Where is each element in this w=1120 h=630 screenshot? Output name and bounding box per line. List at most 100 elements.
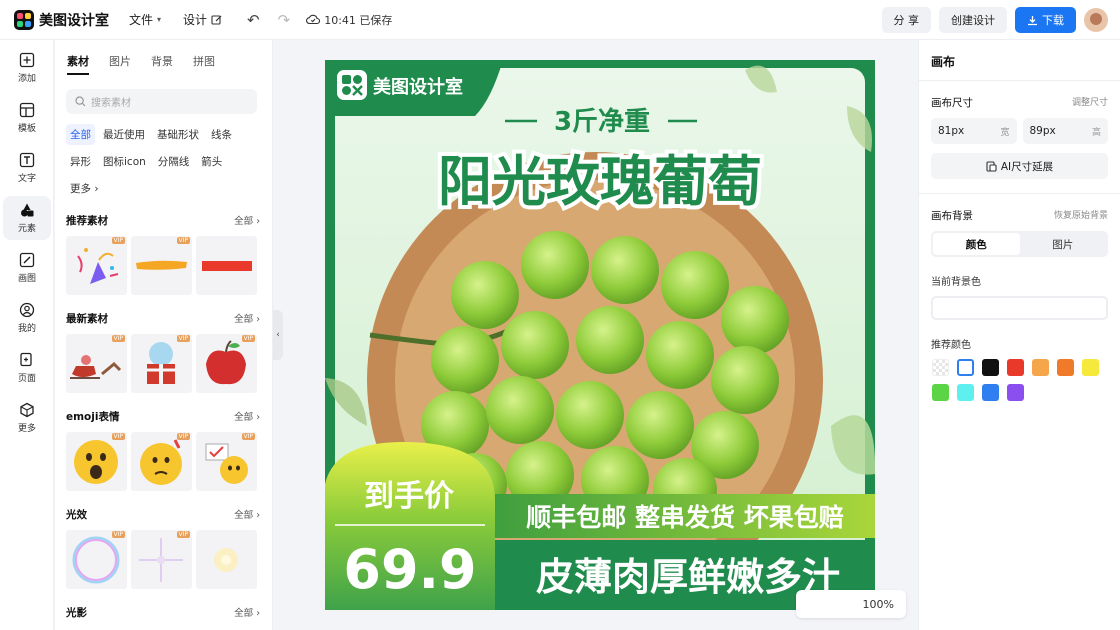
save-status: 10:41 已保存 xyxy=(306,12,392,28)
app-logo[interactable]: 美图设计室 xyxy=(14,9,109,30)
price-value: 69.9 xyxy=(343,538,476,601)
rail-item-more[interactable]: 更多 xyxy=(3,396,51,440)
section-light-shadow: 光影 全部 › xyxy=(66,605,260,620)
section-recommended: 推荐素材 全部 › xyxy=(66,213,260,228)
asset-glow[interactable] xyxy=(196,530,257,589)
tab-collage[interactable]: 拼图 xyxy=(193,53,215,75)
rail-item-template[interactable]: 模板 xyxy=(3,96,51,140)
rail-item-draw[interactable]: 画图 xyxy=(3,246,51,290)
chip-icons[interactable]: 图标icon xyxy=(99,151,150,172)
design-menu-label: 设计 xyxy=(183,13,208,27)
swatch-transparent[interactable] xyxy=(932,359,949,376)
chip-recent[interactable]: 最近使用 xyxy=(99,124,149,145)
see-all-link[interactable]: 全部 › xyxy=(234,507,260,522)
asset-emoji-thinking[interactable]: VIP xyxy=(131,432,192,491)
download-button[interactable]: 下载 xyxy=(1015,7,1076,33)
asset-apple[interactable]: VIP xyxy=(196,334,257,393)
rail-item-text[interactable]: 文字 xyxy=(3,146,51,190)
design-menu[interactable]: 设计 xyxy=(183,11,223,28)
restore-bg-link[interactable]: 恢复原始背景 xyxy=(1054,208,1108,223)
collapse-panel-button[interactable]: ‹ xyxy=(273,310,283,360)
redo-icon[interactable]: ↷ xyxy=(278,11,291,29)
swatch-purple[interactable] xyxy=(1007,384,1024,401)
create-design-button[interactable]: 创建设计 xyxy=(939,7,1007,33)
search-input[interactable]: 搜索素材 xyxy=(66,89,257,114)
swatch-blue[interactable] xyxy=(982,384,999,401)
chip-irregular[interactable]: 异形 xyxy=(66,151,95,172)
vip-badge: VIP xyxy=(111,335,125,342)
asset-red-bar[interactable] xyxy=(196,236,257,295)
section-title: emoji表情 xyxy=(66,411,120,423)
vip-badge: VIP xyxy=(176,433,190,440)
height-field[interactable]: 89px 高 xyxy=(1022,118,1108,144)
asset-gift-globe[interactable]: VIP xyxy=(131,334,192,393)
undo-icon[interactable]: ↶ xyxy=(247,11,260,29)
tab-materials[interactable]: 素材 xyxy=(67,53,89,75)
rail-item-page[interactable]: 页面 xyxy=(3,346,51,390)
zoom-value: 100% xyxy=(862,597,894,611)
chip-arrows[interactable]: 箭头 xyxy=(197,151,226,172)
weight-text: 3斤净重 xyxy=(554,107,650,137)
asset-party-popper[interactable]: VIP xyxy=(66,236,127,295)
swatch-red[interactable] xyxy=(1007,359,1024,376)
file-menu[interactable]: 文件 ▾ xyxy=(129,11,161,28)
tab-backgrounds[interactable]: 背景 xyxy=(151,53,173,75)
adjust-size-link[interactable]: 调整尺寸 xyxy=(1072,95,1108,110)
swatch-white[interactable] xyxy=(957,359,974,376)
asset-santa-sleigh[interactable]: VIP xyxy=(66,334,127,393)
chip-more[interactable]: 更多 › xyxy=(66,178,103,199)
rail-label: 文字 xyxy=(17,174,36,184)
see-all-link[interactable]: 全部 › xyxy=(234,605,260,620)
bg-type-color[interactable]: 颜色 xyxy=(933,233,1020,255)
asset-brush-stroke[interactable]: VIP xyxy=(131,236,192,295)
swatch-cyan[interactable] xyxy=(957,384,974,401)
glow-icon xyxy=(214,548,238,572)
swatch-yellow[interactable] xyxy=(1082,359,1099,376)
section-newest: 最新素材 全部 › xyxy=(66,311,260,326)
asset-sparkle[interactable]: VIP xyxy=(131,530,192,589)
see-all-link[interactable]: 全部 › xyxy=(234,409,260,424)
ai-extend-button[interactable]: AI尺寸延展 xyxy=(931,153,1108,179)
bg-type-image[interactable]: 图片 xyxy=(1020,233,1107,255)
rail-label: 我的 xyxy=(17,324,36,334)
section-title: 光影 xyxy=(66,607,87,619)
asset-emoji-sign[interactable]: VIP xyxy=(196,432,257,491)
brush-stroke-shape xyxy=(136,260,187,270)
asset-emoji-scared[interactable]: VIP xyxy=(66,432,127,491)
download-label: 下载 xyxy=(1042,14,1064,27)
swatch-black[interactable] xyxy=(982,359,999,376)
see-all-link[interactable]: 全部 › xyxy=(234,213,260,228)
rail-item-add[interactable]: 添加 xyxy=(3,46,51,90)
chip-lines[interactable]: 线条 xyxy=(207,124,236,145)
swatch-light-orange[interactable] xyxy=(1032,359,1049,376)
see-all-link[interactable]: 全部 › xyxy=(234,311,260,326)
canvas-size-label: 画布尺寸 xyxy=(931,97,973,109)
zoom-control[interactable]: 100% xyxy=(796,590,906,618)
asset-grid: VIP VIP VIP xyxy=(66,432,272,491)
rail-item-mine[interactable]: 我的 xyxy=(3,296,51,340)
chip-all[interactable]: 全部 xyxy=(66,124,95,145)
chip-shapes[interactable]: 基础形状 xyxy=(153,124,203,145)
avatar[interactable] xyxy=(1084,8,1108,32)
see-all-label: 全部 xyxy=(234,216,254,227)
share-button[interactable]: 分 享 xyxy=(881,7,931,33)
rail-label: 更多 xyxy=(17,424,36,434)
chip-dividers[interactable]: 分隔线 xyxy=(154,151,194,172)
tab-images[interactable]: 图片 xyxy=(109,53,131,75)
section-emoji: emoji表情 全部 › xyxy=(66,409,260,424)
edit-icon xyxy=(211,14,222,25)
design-canvas[interactable]: 美图设计室 3斤净重 阳光玫瑰葡萄 顺丰包邮 整串发货 坏果包赔 皮薄肉厚鲜嫩多… xyxy=(325,60,875,610)
width-field[interactable]: 81px 宽 xyxy=(931,118,1017,144)
section-title: 推荐素材 xyxy=(66,215,108,227)
party-popper-icon xyxy=(77,248,119,284)
asset-grid: VIP VIP VIP xyxy=(66,334,272,393)
current-color-field[interactable] xyxy=(931,296,1108,320)
elements-icon xyxy=(21,203,34,217)
swatch-green[interactable] xyxy=(932,384,949,401)
current-bg-label: 当前背景色 xyxy=(931,277,981,288)
asset-bubble-ring[interactable]: VIP xyxy=(66,530,127,589)
swatch-orange[interactable] xyxy=(1057,359,1074,376)
saved-text: 10:41 已保存 xyxy=(324,13,393,27)
rail-item-elements[interactable]: 元素 xyxy=(3,196,51,240)
vip-badge: VIP xyxy=(111,433,125,440)
